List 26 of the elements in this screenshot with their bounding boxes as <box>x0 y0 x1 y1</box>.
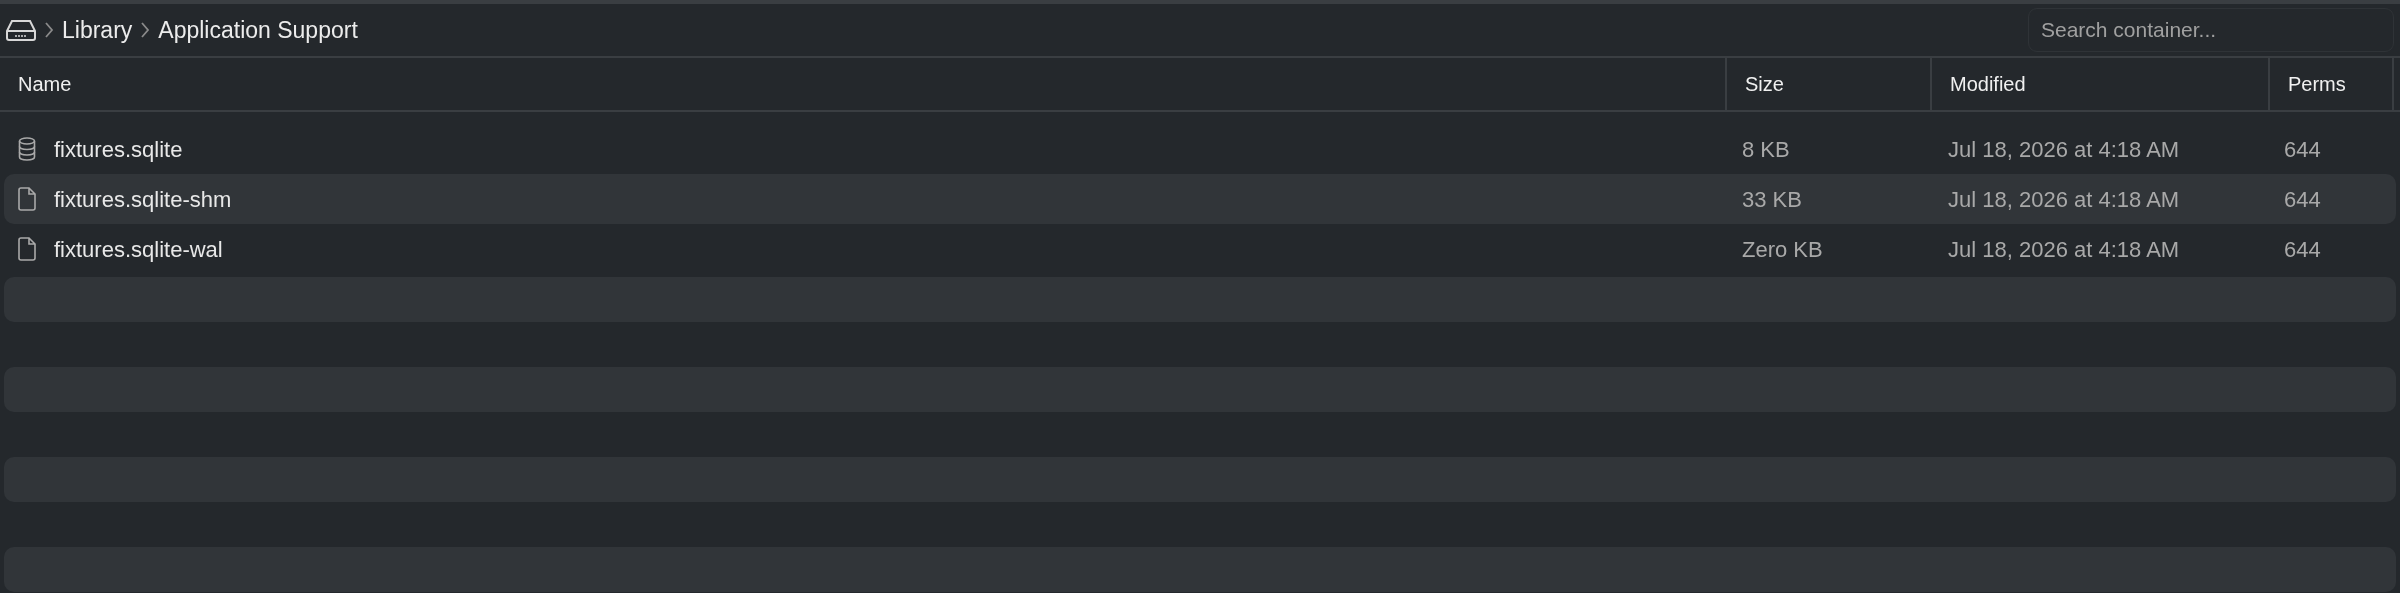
file-size: 33 KB <box>1742 186 1802 212</box>
modified-date: Jul 18, 2026 at 4:18 AM <box>1948 236 2180 262</box>
search-field[interactable]: Search container... <box>2028 8 2394 52</box>
file-size: Zero KB <box>1742 236 1823 262</box>
document-icon <box>18 237 36 261</box>
column-header[interactable]: Name <box>18 69 72 99</box>
chevron-icon <box>140 21 151 39</box>
modified-date: Jul 18, 2026 at 4:18 AM <box>1948 186 2180 212</box>
file-perms: 644 <box>2284 186 2321 212</box>
file-row[interactable]: fixtures.sqlite-shm 33 KB Jul 18, 2026 at 4:18 AM 644 <box>4 174 2396 224</box>
file-name: fixtures.sqlite-wal <box>54 235 223 264</box>
file-perms: 644 <box>2284 136 2321 162</box>
column-header[interactable]: Modified <box>1950 69 2026 99</box>
column-header[interactable]: Size <box>1745 69 1784 99</box>
database-icon <box>18 137 36 161</box>
drive-icon[interactable] <box>6 19 36 41</box>
file-name: fixtures.sqlite <box>54 135 183 164</box>
file-name: fixtures.sqlite-shm <box>54 185 232 214</box>
chevron-icon <box>44 21 54 39</box>
breadcrumb-item[interactable]: Library <box>62 12 133 48</box>
file-perms: 644 <box>2284 236 2321 262</box>
column-header[interactable]: Perms <box>2288 69 2346 99</box>
modified-date: Jul 18, 2026 at 4:18 AM <box>1948 136 2180 162</box>
document-icon <box>18 187 36 211</box>
file-size: 8 KB <box>1742 136 1790 162</box>
breadcrumb-item[interactable]: Application Support <box>158 12 358 48</box>
